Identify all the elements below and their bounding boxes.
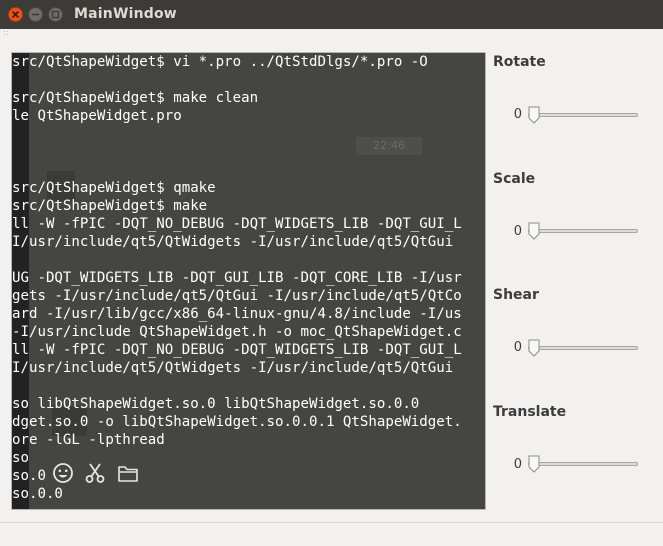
scale-label: Scale	[493, 171, 536, 187]
shear-label: Shear	[493, 287, 539, 303]
rotate-slider-track[interactable]	[528, 113, 638, 117]
shear-value: 0	[513, 340, 522, 355]
maximize-button[interactable]	[48, 7, 63, 22]
close-button[interactable]	[8, 7, 23, 22]
terminal-text: src/QtShapeWidget$ vi *.pro ../QtStdDlgs…	[12, 54, 462, 502]
terminal-view: 22:46 src/QtShapeWidget$ vi *.pro ../QtS…	[11, 52, 486, 510]
window-title: MainWindow	[74, 6, 177, 22]
translate-slider-handle[interactable]	[528, 455, 540, 473]
status-bar	[0, 522, 663, 546]
scissors-icon	[85, 463, 105, 483]
rotate-value: 0	[513, 107, 522, 122]
smiley-icon	[53, 463, 73, 483]
toolbar-grip[interactable]	[4, 31, 10, 37]
minimize-icon	[31, 13, 40, 16]
title-bar: MainWindow	[0, 0, 663, 29]
minimize-button[interactable]	[28, 7, 43, 22]
scale-slider-track[interactable]	[528, 229, 638, 233]
emoji-button[interactable]	[51, 461, 75, 485]
shear-slider-handle[interactable]	[528, 339, 540, 357]
scissors-button[interactable]	[83, 461, 107, 485]
folder-icon	[118, 466, 138, 482]
translate-value: 0	[513, 457, 522, 472]
rotate-label: Rotate	[493, 54, 546, 70]
maximize-icon	[51, 10, 60, 19]
scale-slider-handle[interactable]	[528, 222, 540, 240]
shear-slider-track[interactable]	[528, 346, 638, 350]
rotate-slider-handle[interactable]	[528, 106, 540, 124]
folder-button[interactable]	[116, 461, 140, 485]
translate-slider-track[interactable]	[528, 462, 638, 466]
scale-value: 0	[513, 224, 522, 239]
close-icon	[12, 11, 19, 18]
transform-panel: Rotate 0 Scale 0 Shear 0 Translate 0	[488, 52, 663, 512]
translate-label: Translate	[493, 404, 567, 420]
